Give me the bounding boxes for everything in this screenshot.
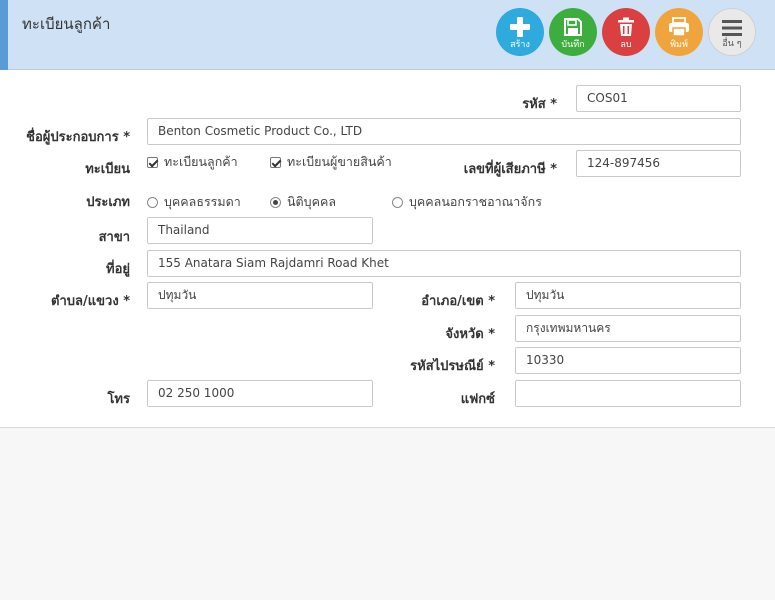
create-button-label: สร้าง bbox=[510, 40, 530, 50]
code-input[interactable]: COS01 bbox=[576, 85, 741, 112]
customer-form: รหัส * COS01 ชื่อผู้ประกอบการ * Benton C… bbox=[0, 70, 775, 428]
more-button-label: อื่น ๆ bbox=[722, 39, 742, 49]
delete-button-label: ลบ bbox=[620, 40, 632, 50]
header-accent bbox=[0, 0, 8, 70]
radio-selected-icon bbox=[270, 196, 281, 208]
phone-input[interactable]: 02 250 1000 bbox=[147, 380, 373, 407]
phone-label: โทร bbox=[107, 392, 130, 407]
type-label: ประเภท bbox=[86, 195, 130, 210]
save-icon bbox=[549, 15, 597, 39]
trash-icon bbox=[602, 15, 650, 39]
province-input[interactable]: กรุงเทพมหานคร bbox=[515, 315, 741, 342]
district-label: อำเภอ/เขต * bbox=[421, 294, 495, 309]
fax-label: แฟกซ์ bbox=[460, 392, 495, 407]
save-button-label: บันทึก bbox=[561, 40, 585, 50]
header-bar: ทะเบียนลูกค้า สร้าง บันทึก ลบ พิมพ์ อื่น… bbox=[0, 0, 775, 70]
code-label: รหัส * bbox=[522, 97, 557, 112]
tax-id-input[interactable]: 124-897456 bbox=[576, 150, 741, 177]
type-juristic-label: นิติบุคคล bbox=[287, 194, 336, 209]
radio-icon bbox=[392, 196, 403, 208]
plus-icon bbox=[496, 15, 544, 39]
type-foreign-label: บุคคลนอกราชอาณาจักร bbox=[409, 194, 542, 209]
type-radio-foreign[interactable]: บุคคลนอกราชอาณาจักร bbox=[392, 192, 542, 212]
address-input[interactable]: 155 Anatara Siam Rajdamri Road Khet bbox=[147, 250, 741, 277]
branch-label: สาขา bbox=[98, 230, 130, 245]
page-title: ทะเบียนลูกค้า bbox=[22, 15, 111, 33]
postcode-label: รหัสไปรษณีย์ * bbox=[410, 359, 495, 374]
delete-button[interactable]: ลบ bbox=[602, 8, 650, 56]
postcode-input[interactable]: 10330 bbox=[515, 347, 741, 374]
menu-icon bbox=[709, 16, 755, 40]
district-input[interactable]: ปทุมวัน bbox=[515, 282, 741, 309]
radio-icon bbox=[147, 196, 158, 208]
vendor-registration-label: ทะเบียนผู้ขายสินค้า bbox=[287, 154, 392, 169]
vendor-registration-checkbox[interactable]: ทะเบียนผู้ขายสินค้า bbox=[270, 152, 392, 172]
fax-input[interactable] bbox=[515, 380, 741, 407]
more-button[interactable]: อื่น ๆ bbox=[708, 8, 756, 56]
type-radio-juristic[interactable]: นิติบุคคล bbox=[270, 192, 336, 212]
registration-label: ทะเบียน bbox=[85, 162, 130, 177]
name-label: ชื่อผู้ประกอบการ * bbox=[26, 130, 130, 145]
print-icon bbox=[655, 15, 703, 39]
name-input[interactable]: Benton Cosmetic Product Co., LTD bbox=[147, 118, 741, 145]
tax-id-label: เลขที่ผู้เสียภาษี * bbox=[463, 162, 557, 177]
print-button[interactable]: พิมพ์ bbox=[655, 8, 703, 56]
branch-input[interactable]: Thailand bbox=[147, 217, 373, 244]
checkbox-checked-icon bbox=[147, 156, 158, 168]
save-button[interactable]: บันทึก bbox=[549, 8, 597, 56]
create-button[interactable]: สร้าง bbox=[496, 8, 544, 56]
print-button-label: พิมพ์ bbox=[670, 40, 688, 50]
address-label: ที่อยู่ bbox=[106, 262, 130, 277]
subdistrict-label: ตำบล/แขวง * bbox=[51, 294, 130, 309]
customer-registration-checkbox[interactable]: ทะเบียนลูกค้า bbox=[147, 152, 238, 172]
subdistrict-input[interactable]: ปทุมวัน bbox=[147, 282, 373, 309]
customer-registration-label: ทะเบียนลูกค้า bbox=[164, 154, 238, 169]
province-label: จังหวัด * bbox=[445, 327, 495, 342]
type-radio-individual[interactable]: บุคคลธรรมดา bbox=[147, 192, 241, 212]
checkbox-checked-icon bbox=[270, 156, 281, 168]
type-individual-label: บุคคลธรรมดา bbox=[164, 194, 241, 209]
